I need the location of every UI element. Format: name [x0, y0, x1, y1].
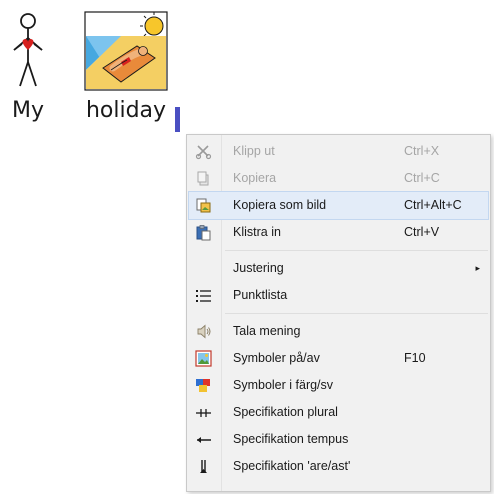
menu-item-label: Specifikation tempus	[233, 432, 349, 446]
menu-item-comparative[interactable]: Specifikation 'are/ast'	[189, 453, 488, 480]
menu-item-label: Symboler i färg/sv	[233, 378, 334, 392]
speaker-icon	[195, 323, 212, 340]
menu-item-shortcut: Ctrl+X	[404, 144, 440, 158]
menu-separator	[225, 250, 488, 251]
menu-item-label: Justering	[233, 261, 284, 275]
menu-item-copy-as-image[interactable]: Kopiera som bild Ctrl+Alt+C	[188, 191, 489, 220]
word-text-my: My	[11, 98, 44, 123]
menu-item-speak-sentence[interactable]: Tala mening	[189, 318, 488, 345]
tense-icon	[195, 431, 212, 448]
menu-item-label: Kopiera	[233, 171, 277, 185]
menu-item-paste[interactable]: Klistra in Ctrl+V	[189, 219, 488, 246]
menu-separator	[225, 313, 488, 314]
submenu-arrow-icon: ▸	[475, 263, 480, 273]
color-symbols-icon	[195, 377, 212, 394]
menu-item-plural[interactable]: Specifikation plural	[189, 399, 488, 426]
menu-item-shortcut: Ctrl+C	[404, 171, 440, 185]
plural-icon	[195, 404, 212, 421]
menu-item-shortcut: Ctrl+Alt+C	[404, 198, 462, 212]
menu-item-cut[interactable]: Klipp ut Ctrl+X	[189, 138, 488, 165]
menu-item-label: Kopiera som bild	[233, 198, 327, 212]
scissors-icon	[195, 143, 212, 160]
menu-item-alignment[interactable]: Justering ▸	[189, 255, 488, 282]
text-caret	[175, 107, 180, 132]
symbol-word-my[interactable]: My	[8, 10, 48, 124]
symbols-toggle-icon	[195, 350, 212, 367]
menu-item-label: Punktlista	[233, 288, 288, 302]
symbol-word-holiday[interactable]: holiday	[78, 10, 174, 124]
menu-item-color-symbols[interactable]: Symboler i färg/sv	[189, 372, 488, 399]
symbol-document[interactable]: My holiday Klipp ut Ctrl+X Kopiera Ctrl+…	[0, 0, 494, 494]
menu-item-bullet-list[interactable]: Punktlista	[189, 282, 488, 309]
context-menu[interactable]: Klipp ut Ctrl+X Kopiera Ctrl+C Kopiera s…	[186, 134, 491, 492]
person-pointing-self-symbol	[13, 13, 43, 87]
paste-icon	[195, 224, 212, 241]
bullet-list-icon	[195, 287, 212, 304]
beach-sunbathing-symbol	[84, 11, 168, 91]
menu-item-label: Tala mening	[233, 324, 301, 338]
menu-item-label: Specifikation 'are/ast'	[233, 459, 351, 473]
comparative-icon	[195, 458, 212, 475]
menu-item-copy[interactable]: Kopiera Ctrl+C	[189, 165, 488, 192]
word-text-holiday: holiday	[85, 98, 167, 123]
menu-item-shortcut: Ctrl+V	[404, 225, 440, 239]
menu-item-label: Specifikation plural	[233, 405, 338, 419]
menu-item-shortcut: F10	[404, 351, 426, 365]
menu-item-label: Klipp ut	[233, 144, 275, 158]
menu-item-tense[interactable]: Specifikation tempus	[189, 426, 488, 453]
menu-item-symbols-toggle[interactable]: Symboler på/av F10	[189, 345, 488, 372]
copy-as-image-icon	[195, 197, 212, 214]
copy-icon	[195, 170, 212, 187]
menu-item-label: Symboler på/av	[233, 351, 320, 365]
menu-item-label: Klistra in	[233, 225, 281, 239]
